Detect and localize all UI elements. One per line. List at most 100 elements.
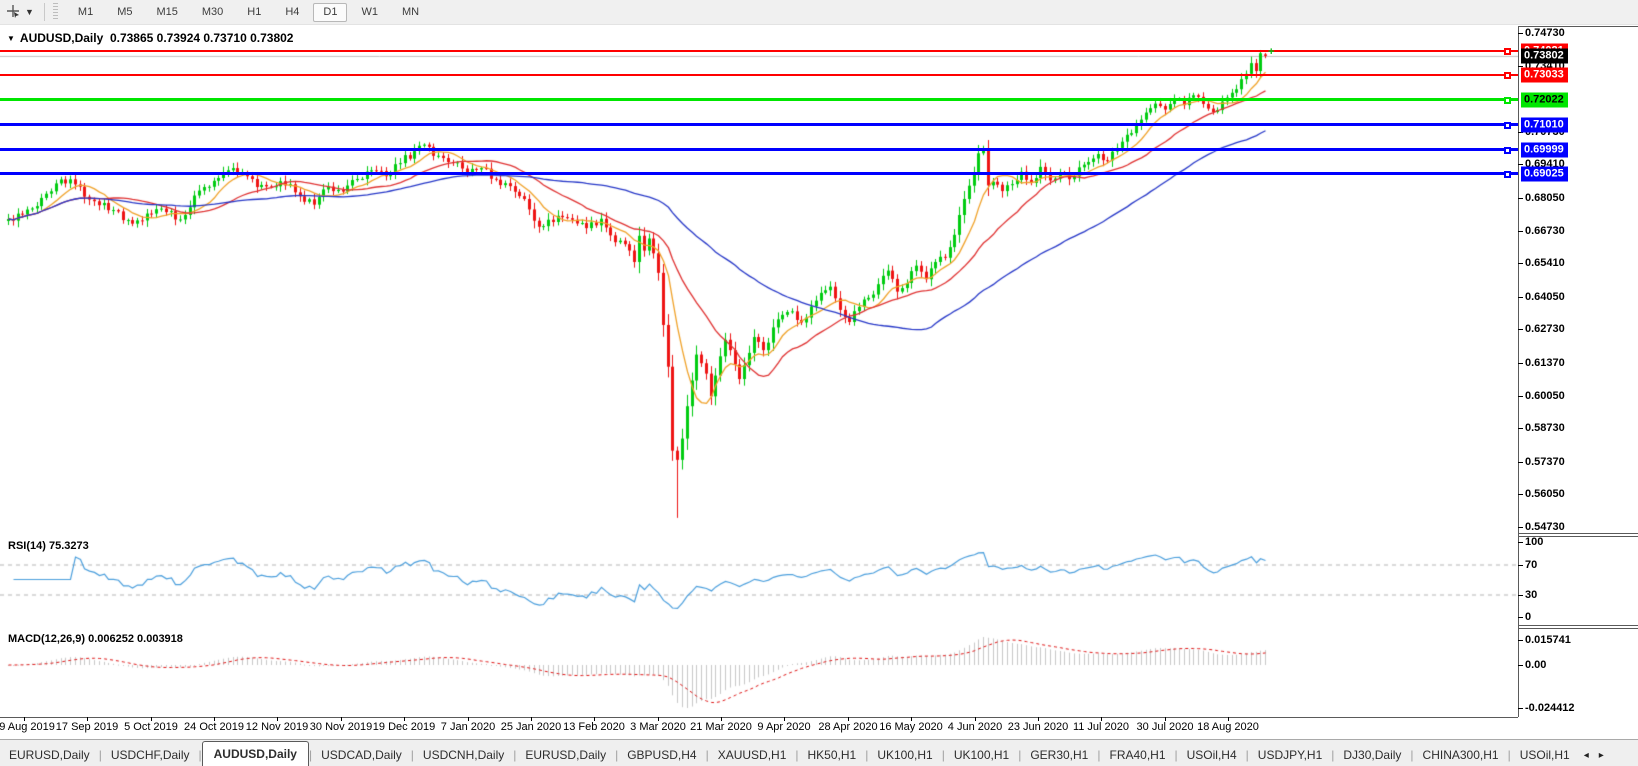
chart-symbol-label: AUDUSD,Daily [20,31,103,45]
macd-tick-label: 0.015741 [1525,634,1571,646]
price-tick-label: 0.65410 [1525,257,1565,269]
timeframe-button-d1[interactable]: D1 [313,3,347,22]
date-label: 19 Dec 2019 [373,721,435,733]
price-tick-label: 0.74730 [1525,27,1565,39]
timeframe-button-m1[interactable]: M1 [68,3,103,22]
timeframe-button-mn[interactable]: MN [392,3,429,22]
date-label: 5 Oct 2019 [124,721,178,733]
chart-tab-xauusd-h1[interactable]: XAUUSD,H1 [709,744,796,766]
chart-tab-eurusd-daily[interactable]: EURUSD,Daily [0,744,99,766]
chart-tab-uk100-h1[interactable]: UK100,H1 [868,744,941,766]
price-tick-label: 0.61370 [1525,357,1565,369]
chart-ohlc-values: 0.73865 0.73924 0.73710 0.73802 [110,31,294,45]
mt4-window: ▼ M1M5M15 M30H1H4D1W1MN ▼ AUDUSD,Daily 0.7… [0,0,1638,766]
tab-scroll-left[interactable]: ◂ [1579,750,1594,766]
date-label: 11 Jul 2020 [1073,721,1129,733]
date-label: 17 Sep 2019 [56,721,118,733]
price-tick [1518,198,1523,199]
timeframe-button-m15[interactable]: M15 [146,3,187,22]
price-tick-label: 0.66730 [1525,225,1565,237]
date-label: 21 Mar 2020 [690,721,752,733]
level-line-anchor[interactable] [1504,122,1511,129]
macd-tick-label: 0.00 [1525,659,1546,671]
timeframe-toolbar: ▼ M1M5M15 M30H1H4D1W1MN [0,0,1638,25]
macd-tick [1518,640,1523,641]
last-price-marker: + [1268,46,1274,58]
level-line-anchor[interactable] [1504,171,1511,178]
price-tick [1518,33,1523,34]
rsi-tick-label: 100 [1525,536,1543,548]
level-line-anchor[interactable] [1504,97,1511,104]
timeframe-button-w1[interactable]: W1 [351,3,388,22]
date-label: 9 Apr 2020 [757,721,810,733]
rsi-label: RSI(14) 75.3273 [8,540,89,552]
date-label: 4 Jun 2020 [948,721,1002,733]
chart-tab-usdcad-daily[interactable]: USDCAD,Daily [312,744,411,766]
price-tick-label: 0.68050 [1525,192,1565,204]
chart-tab-eurusd-daily[interactable]: EURUSD,Daily [516,744,615,766]
date-label: 3 Mar 2020 [630,721,686,733]
chart-tab-hk50-h1[interactable]: HK50,H1 [799,744,866,766]
current-price-box: 0.73802 [1521,49,1568,64]
date-label: 28 Apr 2020 [818,721,877,733]
price-tick [1518,297,1523,298]
timeframe-button-h1[interactable]: H1 [237,3,271,22]
chart-tab-usdjpy-h1[interactable]: USDJPY,H1 [1249,744,1331,766]
price-tick [1518,329,1523,330]
date-label: 12 Nov 2019 [246,721,308,733]
timeframe-button-h4[interactable]: H4 [275,3,309,22]
date-label: 29 Aug 2019 [0,721,55,733]
date-label: 30 Nov 2019 [310,721,372,733]
level-price-box: 0.73033 [1521,68,1568,83]
chart-tab-usdchf-daily[interactable]: USDCHF,Daily [102,744,199,766]
date-label: 7 Jan 2020 [441,721,495,733]
toolbar-separator [44,3,45,21]
rsi-tick [1518,542,1523,543]
symbol-tab-bar: EURUSD,Daily|USDCHF,Daily|AUDUSD,Daily|U… [0,739,1638,766]
price-tick-label: 0.60050 [1525,390,1565,402]
chart-tab-gbpusd-h4[interactable]: GBPUSD,H4 [618,744,705,766]
chart-header: ▼ AUDUSD,Daily 0.73865 0.73924 0.73710 0.… [7,31,293,45]
chart-tab-usoil-h4[interactable]: USOil,H4 [1178,744,1246,766]
price-tick [1518,494,1523,495]
macd-tick [1518,665,1523,666]
chart-tab-audusd-daily[interactable]: AUDUSD,Daily [202,741,309,766]
time-axis-line [0,717,1518,718]
rsi-tick [1518,595,1523,596]
chart-tab-ger30-h1[interactable]: GER30,H1 [1021,744,1097,766]
price-tick-label: 0.56050 [1525,488,1565,500]
price-tick [1518,527,1523,528]
level-price-box: 0.69025 [1521,167,1568,182]
chart-tab-uk100-h1[interactable]: UK100,H1 [945,744,1018,766]
level-line-anchor[interactable] [1504,72,1511,79]
collapse-triangle-icon[interactable]: ▼ [7,34,15,43]
macd-tick [1518,708,1523,709]
rsi-tick [1518,565,1523,566]
chart-tab-usdcnh-daily[interactable]: USDCNH,Daily [414,744,513,766]
date-label: 16 May 2020 [879,721,943,733]
level-line-anchor[interactable] [1504,147,1511,154]
timeframe-button-m30[interactable]: M30 [192,3,233,22]
price-chart-canvas[interactable] [0,26,1518,717]
rsi-tick-label: 0 [1525,611,1531,623]
price-tick [1518,231,1523,232]
dropdown-caret-icon[interactable]: ▼ [25,7,34,17]
level-price-box: 0.71010 [1521,118,1568,133]
tab-scroll-right[interactable]: ▸ [1594,750,1609,766]
toolbar-grip-handle[interactable] [53,3,58,21]
macd-tick-label: -0.024412 [1525,702,1575,714]
price-tick [1518,363,1523,364]
price-tick-label: 0.54730 [1525,521,1565,533]
crosshair-tool-icon[interactable] [6,4,20,20]
level-line-anchor[interactable] [1504,48,1511,55]
chart-tab-fra40-h1[interactable]: FRA40,H1 [1100,744,1174,766]
rsi-tick [1518,617,1523,618]
price-tick [1518,164,1523,165]
chart-tab-dj30-daily[interactable]: DJ30,Daily [1334,744,1410,766]
chart-tab-china300-h1[interactable]: CHINA300,H1 [1414,744,1508,766]
chart-tab-usoil-h1[interactable]: USOil,H1 [1511,744,1579,766]
price-tick-label: 0.58730 [1525,422,1565,434]
price-tick-label: 0.57370 [1525,456,1565,468]
timeframe-button-m5[interactable]: M5 [107,3,142,22]
price-tick [1518,462,1523,463]
